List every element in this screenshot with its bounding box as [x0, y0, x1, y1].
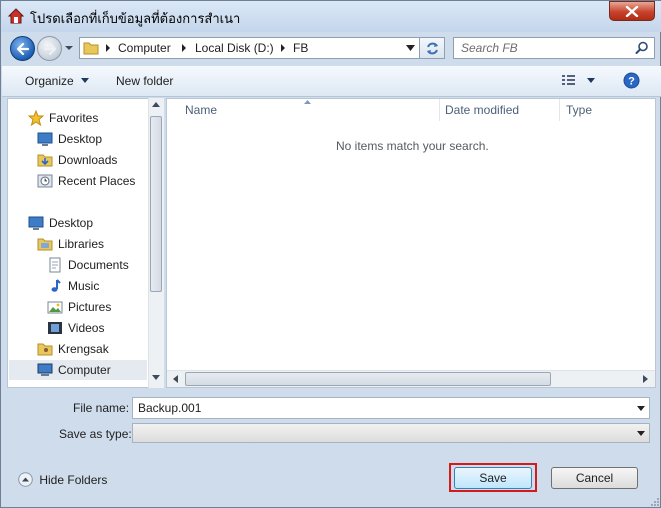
documents-icon	[49, 257, 61, 273]
navigation-scrollbar[interactable]	[148, 98, 164, 388]
nav-label: Libraries	[58, 237, 105, 251]
nav-label: Videos	[68, 321, 105, 335]
breadcrumb-fb[interactable]: FB	[293, 41, 308, 55]
libraries-icon	[37, 238, 53, 251]
star-icon	[28, 110, 44, 126]
address-dropdown-icon[interactable]	[406, 45, 415, 51]
collapse-up-icon	[18, 472, 33, 487]
scroll-left-icon[interactable]	[173, 375, 178, 383]
nav-label: Krengsak	[58, 342, 109, 356]
navigation-pane[interactable]: Favorites Desktop Downloads Recent Place…	[7, 98, 164, 388]
back-button[interactable]	[10, 36, 35, 61]
breadcrumb-separator-icon	[106, 44, 110, 52]
view-list-icon[interactable]	[561, 74, 577, 87]
breadcrumb-computer[interactable]: Computer	[118, 41, 171, 55]
save-dialog: โปรดเลือกที่เก็บข้อมูลที่ต้องการสำเนา Co…	[0, 0, 661, 508]
breadcrumb-separator-icon	[281, 44, 285, 52]
organize-button[interactable]: Organize	[25, 74, 90, 88]
app-house-icon	[7, 8, 25, 24]
chevron-down-icon[interactable]	[637, 431, 645, 436]
recent-locations-dropdown[interactable]	[64, 43, 74, 53]
nav-label: Pictures	[68, 300, 112, 314]
organize-label: Organize	[25, 74, 74, 88]
new-folder-button[interactable]: New folder	[116, 74, 173, 88]
save-button[interactable]: Save	[454, 467, 532, 489]
downloads-icon	[37, 154, 53, 167]
scroll-thumb[interactable]	[150, 116, 162, 292]
save-type-label: Save as type:	[59, 427, 132, 441]
nav-computer[interactable]: Computer	[9, 360, 147, 380]
user-folder-icon	[37, 343, 53, 356]
address-bar[interactable]: Computer Local Disk (D:) FB	[79, 37, 420, 59]
cancel-button[interactable]: Cancel	[551, 467, 638, 489]
nav-label: Computer	[58, 363, 111, 377]
file-name-value: Backup.001	[138, 401, 202, 415]
chevron-down-icon	[81, 78, 90, 83]
forward-button[interactable]	[37, 36, 62, 61]
folder-icon	[83, 42, 99, 55]
search-input[interactable]: Search FB	[453, 37, 655, 59]
column-header-name[interactable]: Name	[185, 103, 217, 117]
hide-folders-button[interactable]: Hide Folders	[18, 472, 107, 487]
refresh-button[interactable]	[420, 37, 445, 59]
chevron-down-icon[interactable]	[637, 406, 645, 411]
desktop-icon	[28, 216, 44, 230]
videos-icon	[48, 322, 62, 334]
sort-ascending-icon	[304, 100, 311, 104]
breadcrumb-separator-icon	[182, 44, 186, 52]
scroll-right-icon[interactable]	[643, 375, 648, 383]
desktop-icon	[37, 132, 53, 146]
nav-label: Downloads	[58, 153, 118, 167]
recent-places-icon	[37, 174, 53, 188]
title-bar: โปรดเลือกที่เก็บข้อมูลที่ต้องการสำเนา	[1, 1, 661, 32]
breadcrumb-local-disk[interactable]: Local Disk (D:)	[195, 41, 274, 55]
nav-label: Desktop	[49, 216, 94, 230]
empty-message: No items match your search.	[336, 139, 489, 153]
search-placeholder: Search FB	[461, 41, 518, 55]
column-header-type[interactable]: Type	[566, 103, 592, 117]
refresh-icon	[427, 42, 438, 55]
nav-label: Documents	[68, 258, 129, 272]
hide-folders-label: Hide Folders	[39, 473, 108, 487]
close-button[interactable]	[609, 1, 655, 21]
resize-grip-icon[interactable]	[649, 496, 660, 507]
file-name-input[interactable]: Backup.001	[132, 397, 650, 419]
music-icon	[51, 279, 61, 292]
search-icon[interactable]	[635, 41, 649, 55]
nav-label: Favorites	[49, 111, 99, 125]
pictures-icon	[47, 301, 63, 314]
computer-icon	[37, 363, 53, 376]
forward-arrow-icon	[43, 42, 57, 56]
nav-label: Music	[68, 279, 100, 293]
back-arrow-icon	[16, 42, 30, 56]
nav-label: Desktop	[58, 132, 103, 146]
command-bar: Organize New folder ?	[2, 66, 661, 97]
scroll-down-icon[interactable]	[152, 375, 160, 380]
column-header-date-modified[interactable]: Date modified	[445, 103, 519, 117]
scroll-thumb[interactable]	[185, 372, 551, 386]
file-name-label: File name:	[73, 401, 130, 415]
save-type-select[interactable]	[132, 423, 650, 443]
file-list[interactable]: Name Date modified Type No items match y…	[166, 98, 656, 388]
column-divider[interactable]	[439, 99, 440, 121]
column-divider[interactable]	[559, 99, 560, 121]
svg-text:?: ?	[628, 76, 635, 88]
help-icon[interactable]: ?	[623, 72, 640, 89]
nav-label: Recent Places	[58, 174, 136, 188]
scroll-up-icon[interactable]	[152, 102, 160, 107]
window-title: โปรดเลือกที่เก็บข้อมูลที่ต้องการสำเนา	[30, 11, 241, 26]
close-icon	[625, 6, 639, 17]
view-dropdown-icon[interactable]	[587, 78, 595, 83]
horizontal-scrollbar[interactable]	[167, 370, 655, 387]
